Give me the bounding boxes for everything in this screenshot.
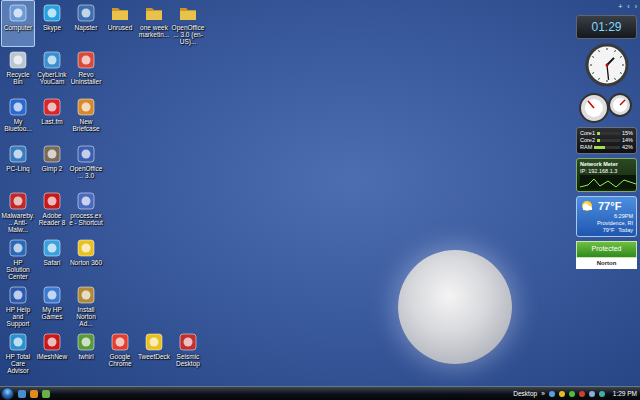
folder-icon (144, 3, 164, 23)
program-icon (42, 285, 62, 305)
program-icon (76, 50, 96, 70)
desktop-icon[interactable]: Last.fm (35, 94, 69, 141)
desktop-icon[interactable]: PC-Linq (1, 141, 35, 188)
tray-icon[interactable] (559, 391, 565, 397)
desktop-icon[interactable]: Gimp 2 (35, 141, 69, 188)
desktop-toolbar[interactable]: Desktop (513, 389, 537, 399)
program-icon (8, 3, 28, 23)
program-icon (8, 144, 28, 164)
desktop-icon[interactable]: Install Norton Ad... (69, 282, 103, 329)
desktop-icon[interactable]: CyberLink YouCam (35, 47, 69, 94)
desktop-icon[interactable]: Recycle Bin (1, 47, 35, 94)
desktop-icon[interactable]: one week marketin... (137, 0, 171, 47)
desktop-icon[interactable]: TweetDeck (137, 329, 171, 376)
program-icon (76, 332, 96, 352)
meter-track (597, 132, 620, 135)
program-icon (76, 3, 96, 23)
folder-icon (110, 3, 130, 23)
program-icon (42, 50, 62, 70)
desktop-icon[interactable]: process.exe - Shortcut (69, 188, 103, 235)
quick-launch-icon[interactable] (42, 390, 50, 398)
program-icon (76, 97, 96, 117)
desktop-icon[interactable]: Napster (69, 0, 103, 47)
program-icon (8, 50, 28, 70)
program-icon (8, 97, 28, 117)
program-icon (76, 144, 96, 164)
program-icon (42, 191, 62, 211)
desktop-icon[interactable]: OpenOffice... 3.0 (69, 141, 103, 188)
program-icon (42, 332, 62, 352)
sidebar-control[interactable]: + (618, 2, 622, 11)
toolbar-chevron[interactable]: » (541, 389, 545, 399)
tray-icon[interactable] (579, 391, 585, 397)
desktop-icon[interactable]: iMeshNew (35, 329, 69, 376)
wallpaper-moon (398, 250, 512, 364)
program-icon (8, 332, 28, 352)
program-icon (42, 97, 62, 117)
desktop-icon[interactable]: Norton 360 (69, 235, 103, 282)
program-icon (8, 285, 28, 305)
desktop-icon[interactable]: Skype (35, 0, 69, 47)
network-meter: Network MeterIP: 192.168.1.3 (576, 158, 637, 192)
tray-icon[interactable] (589, 391, 595, 397)
desktop-icon[interactable]: My HP Games (35, 282, 69, 329)
taskbar: Desktop » 1:29 PM (0, 386, 640, 400)
gauge-icon (576, 91, 636, 123)
program-icon (8, 238, 28, 258)
quick-launch-icon[interactable] (18, 390, 26, 398)
desktop-icon[interactable]: Malwareby... Anti-Malw... (1, 188, 35, 235)
desktop-icon[interactable]: Seismic Desktop (171, 329, 205, 376)
program-icon (42, 3, 62, 23)
norton-gadget[interactable]: ProtectedNorton (576, 241, 637, 269)
weather-gadget[interactable]: 77°F6:29PMProvidence, RI79°FToday (576, 196, 637, 237)
program-icon (76, 238, 96, 258)
program-icon (110, 332, 130, 352)
quick-launch-icon[interactable] (30, 390, 38, 398)
desktop-icon[interactable]: OpenOffice... 3.0 (en-US)... (171, 0, 205, 47)
start-button[interactable] (1, 387, 14, 400)
cpu-meter: Core115%Core214%RAM42% (576, 127, 637, 154)
program-icon (76, 191, 96, 211)
folder-icon (178, 3, 198, 23)
meter-track (597, 139, 620, 142)
tray-icon[interactable] (599, 391, 605, 397)
taskbar-clock[interactable]: 1:29 PM (613, 389, 637, 399)
desktop-icon[interactable]: HP Total Care Advisor (1, 329, 35, 376)
program-icon (42, 238, 62, 258)
graph-icon (580, 175, 636, 189)
desktop-icon[interactable]: twhirl (69, 329, 103, 376)
program-icon (42, 144, 62, 164)
desktop-icon[interactable]: Google Chrome (103, 329, 137, 376)
desktop-icon[interactable]: New Briefcase (69, 94, 103, 141)
analog-clock[interactable] (576, 43, 637, 87)
program-icon (178, 332, 198, 352)
desktop-icon[interactable]: Computer (1, 0, 35, 47)
sidebar-control[interactable]: ‹ (627, 2, 629, 11)
weather-icon (580, 199, 594, 213)
desktop-icon[interactable]: Adobe Reader 8 (35, 188, 69, 235)
clock-icon (585, 43, 629, 87)
tray-icon[interactable] (549, 391, 555, 397)
desktop-icon[interactable]: My Bluetoo... (1, 94, 35, 141)
sidebar-control[interactable]: › (635, 2, 637, 11)
meter-fill (597, 132, 600, 135)
digital-clock[interactable]: 01:29 (576, 15, 637, 39)
gadget-sidebar: + ‹ › 01:29 Core115%Core214%RAM42% Network Me… (576, 0, 640, 386)
meter-track (594, 146, 620, 149)
desktop-icon[interactable]: HP Solution Center (1, 235, 35, 282)
tray-icon[interactable] (569, 391, 575, 397)
desktop-icon[interactable]: Safari (35, 235, 69, 282)
desktop-icon[interactable]: HP Help and Support (1, 282, 35, 329)
meter-fill (594, 146, 605, 149)
program-icon (144, 332, 164, 352)
program-icon (8, 191, 28, 211)
desktop-icon[interactable]: Revo Uninstaller (69, 47, 103, 94)
meter-fill (597, 139, 600, 142)
desktop[interactable]: ComputerSkypeNapsterUnrusedone week mark… (0, 0, 640, 386)
desktop-icon[interactable]: Unrused (103, 0, 137, 47)
program-icon (76, 285, 96, 305)
